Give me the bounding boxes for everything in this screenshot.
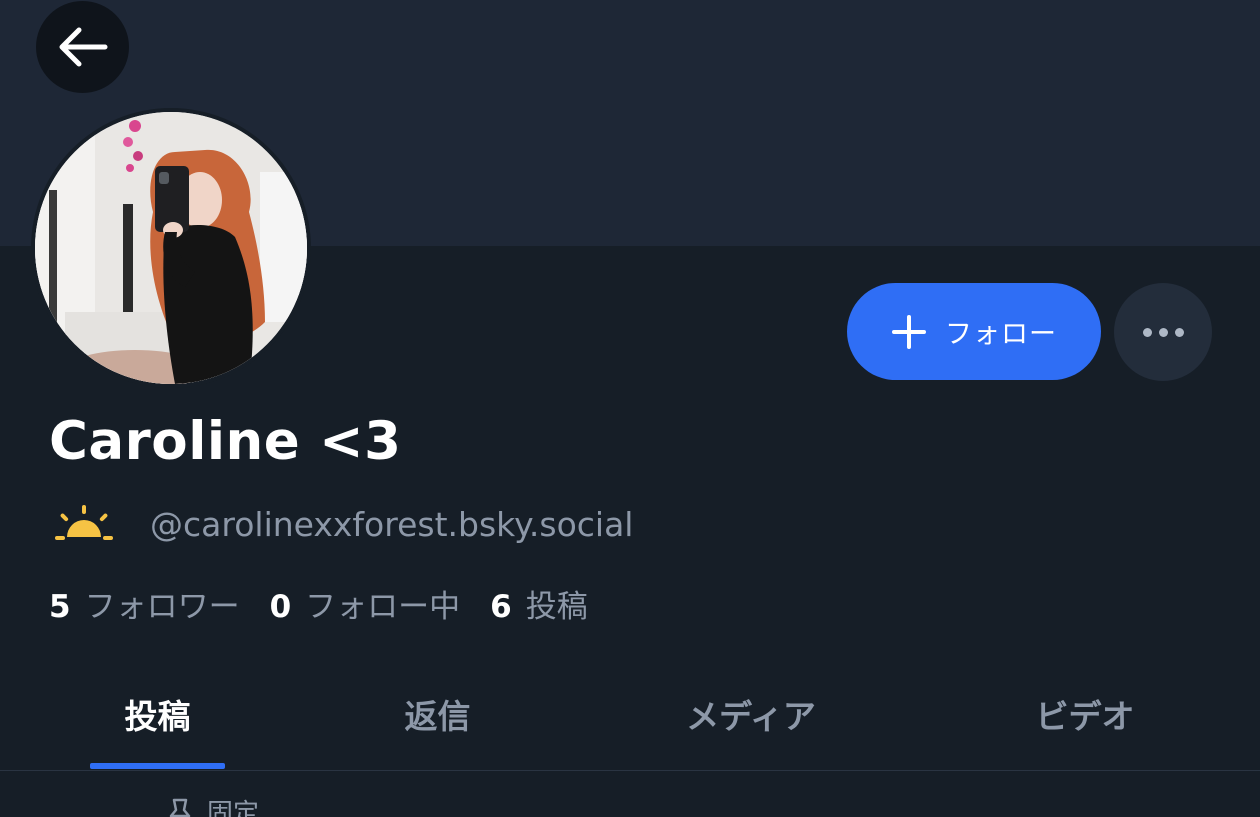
active-tab-indicator — [90, 763, 225, 769]
follow-label: フォロー — [945, 319, 1057, 350]
back-button[interactable] — [36, 1, 129, 93]
profile-handle[interactable]: @carolinexxforest.bsky.social — [150, 503, 633, 547]
tabs-divider — [0, 770, 1260, 771]
more-horizontal-icon — [1142, 327, 1184, 337]
profile-tabs: 投稿 返信 メディア ビデオ — [0, 660, 1260, 770]
pinned-post-header: 固定 — [165, 793, 259, 817]
arrow-left-icon — [59, 27, 107, 67]
tab-posts[interactable]: 投稿 — [90, 660, 225, 768]
posts-stat: 6 投稿 — [490, 586, 588, 628]
following-stat[interactable]: 0 フォロー中 — [270, 586, 461, 628]
following-count: 0 — [269, 589, 292, 625]
avatar[interactable] — [31, 108, 311, 388]
tab-video[interactable]: ビデオ — [1015, 660, 1155, 768]
tab-media[interactable]: メディア — [660, 660, 842, 768]
more-options-button[interactable] — [1114, 283, 1212, 381]
avatar-photo — [35, 112, 307, 384]
plus-icon — [892, 314, 926, 349]
pinned-label: 固定 — [207, 799, 260, 817]
pin-icon — [169, 798, 191, 817]
followers-count: 5 — [49, 589, 71, 625]
tab-replies[interactable]: 返信 — [370, 660, 505, 768]
sunrise-icon — [55, 505, 113, 540]
followers-label: フォロワー — [84, 589, 240, 625]
profile-screen: フォロー Caroline <3 @carolinexxforest.bsky.… — [0, 0, 1260, 817]
profile-stats: 5 フォロワー 0 フォロー中 6 投稿 — [49, 586, 618, 628]
followers-stat[interactable]: 5 フォロワー — [49, 586, 240, 628]
display-name: Caroline <3 — [49, 411, 402, 472]
follow-button[interactable]: フォロー — [847, 283, 1101, 380]
following-label: フォロー中 — [305, 589, 461, 625]
posts-count: 6 — [490, 589, 512, 625]
posts-label: 投稿 — [525, 589, 588, 625]
